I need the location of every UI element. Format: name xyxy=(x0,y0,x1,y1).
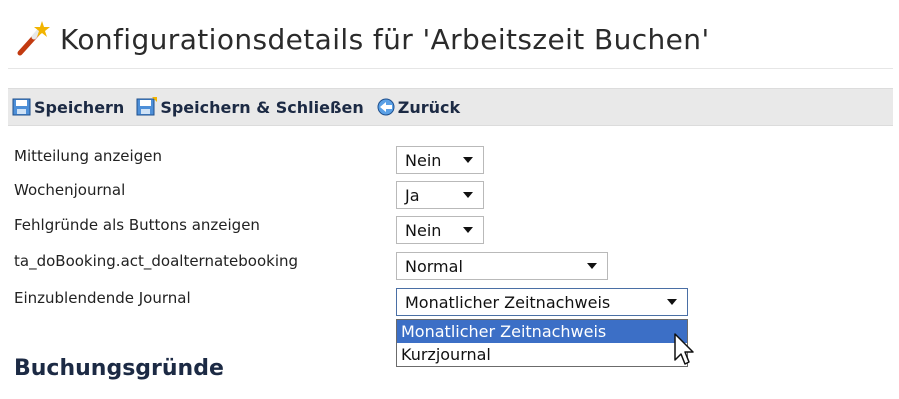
chevron-down-icon xyxy=(463,157,473,163)
action-toolbar: Speichern Speichern & Schließen Zurück xyxy=(8,88,893,126)
save-close-button-label: Speichern & Schließen xyxy=(160,97,364,117)
back-button[interactable]: Zurück xyxy=(376,97,460,117)
label-fehlgruende-buttons: Fehlgründe als Buttons anzeigen xyxy=(14,216,260,234)
mouse-pointer-icon xyxy=(674,333,694,365)
save-icon xyxy=(12,98,31,116)
magic-wand-icon xyxy=(17,21,50,56)
select-value: Normal xyxy=(405,256,463,276)
back-arrow-icon xyxy=(377,98,395,116)
config-details-page: Konfigurationsdetails für 'Arbeitszeit B… xyxy=(0,0,899,399)
select-einzublendende-journal[interactable]: Monatlicher Zeitnachweis xyxy=(396,288,688,316)
page-header: Konfigurationsdetails für 'Arbeitszeit B… xyxy=(8,10,893,69)
select-value: Nein xyxy=(405,220,442,240)
select-mitteilung-anzeigen[interactable]: Nein xyxy=(396,146,484,174)
save-button-label: Speichern xyxy=(34,97,125,117)
select-fehlgruende-buttons[interactable]: Nein xyxy=(396,216,484,244)
chevron-down-icon xyxy=(463,227,473,233)
page-title: Konfigurationsdetails für 'Arbeitszeit B… xyxy=(60,22,710,56)
label-alternate-booking: ta_doBooking.act_doalternatebooking xyxy=(14,252,299,270)
select-value: Ja xyxy=(405,185,420,205)
select-value: Monatlicher Zeitnachweis xyxy=(405,292,611,312)
select-alternate-booking[interactable]: Normal xyxy=(396,252,608,280)
label-einzublendende-journal: Einzublendende Journal xyxy=(14,289,191,307)
chevron-down-icon xyxy=(667,299,677,305)
section-heading-buchungsgruende: Buchungsgründe xyxy=(14,356,224,381)
select-wochenjournal[interactable]: Ja xyxy=(396,181,484,209)
chevron-down-icon xyxy=(587,263,597,269)
select-value: Nein xyxy=(405,150,442,170)
chevron-down-icon xyxy=(463,192,473,198)
dropdown-option-monatlicher-zeitnachweis[interactable]: Monatlicher Zeitnachweis xyxy=(397,320,687,343)
label-wochenjournal: Wochenjournal xyxy=(14,181,126,199)
journal-dropdown-list: Monatlicher Zeitnachweis Kurzjournal xyxy=(396,319,688,367)
back-button-label: Zurück xyxy=(397,97,461,117)
save-button[interactable]: Speichern xyxy=(12,97,124,117)
label-mitteilung-anzeigen: Mitteilung anzeigen xyxy=(14,147,162,165)
dropdown-option-kurzjournal[interactable]: Kurzjournal xyxy=(397,343,687,366)
save-close-button[interactable]: Speichern & Schließen xyxy=(136,97,364,117)
save-close-icon xyxy=(136,97,158,116)
